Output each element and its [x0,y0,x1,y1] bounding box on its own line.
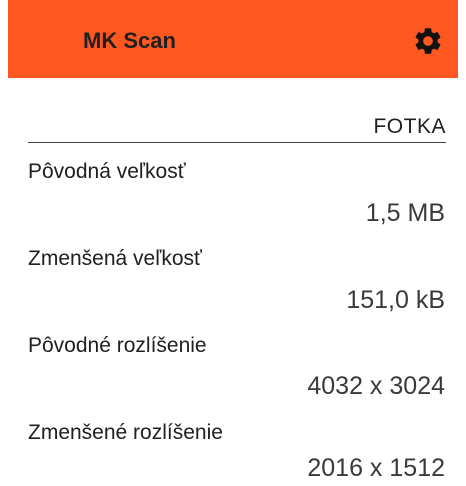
section-title: FOTKA [373,115,446,138]
original-size-value: 1,5 MB [365,199,445,227]
section-header: FOTKA [28,112,446,143]
reduced-resolution-label: Zmenšené rozlíšenie [28,421,223,444]
reduced-size-label: Zmenšená veľkosť [28,247,202,270]
reduced-size-value: 151,0 kB [346,286,445,314]
gear-icon [412,25,444,57]
reduced-resolution-value: 2016 x 1512 [307,454,445,482]
original-size-label: Pôvodná veľkosť [28,160,186,183]
app-bar: MK Scan [8,0,458,78]
original-resolution-label: Pôvodné rozlíšenie [28,334,207,357]
settings-button[interactable] [410,23,446,59]
app-title: MK Scan [83,28,176,53]
original-resolution-value: 4032 x 3024 [307,372,445,400]
